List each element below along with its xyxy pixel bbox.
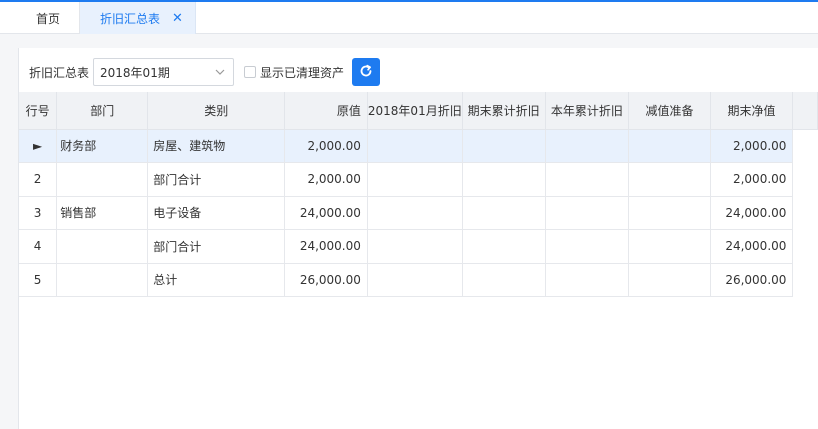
tab-depreciation-summary[interactable]: 折旧汇总表 ✕ [80,2,196,34]
cell-year-accumulated[interactable] [545,229,630,264]
report-name-label: 折旧汇总表 [29,65,90,80]
tab-home-label: 首页 [36,11,61,26]
cell-net-value[interactable]: 2,000.00 [710,162,794,197]
chevron-down-icon [215,67,225,78]
cell-category[interactable]: 总计 [147,263,286,297]
cell-original[interactable]: 2,000.00 [284,129,368,163]
cell-no: 4 [19,229,58,264]
cell-end-accumulated[interactable] [462,129,546,163]
cell-period-depreciation[interactable] [367,229,463,264]
cell-impairment[interactable] [628,129,711,163]
cell-category[interactable]: 电子设备 [147,196,286,230]
show-cleared-assets-toggle[interactable]: 显示已清理资产 [244,64,344,81]
close-icon[interactable]: ✕ [172,11,183,26]
cell-category[interactable]: 部门合计 [147,229,286,264]
cell-net-value[interactable]: 26,000.00 [710,263,794,297]
cell-dept[interactable] [56,162,149,197]
cell-filler [793,163,818,197]
cell-net-value[interactable]: 2,000.00 [710,129,794,163]
cell-period-depreciation[interactable] [367,162,463,197]
cell-impairment[interactable] [628,162,711,197]
header-filler [792,92,818,130]
cell-category[interactable]: 房屋、建筑物 [147,129,286,163]
header-end-accumulated[interactable]: 期末累计折旧 [462,92,546,130]
header-original[interactable]: 原值 [284,92,368,130]
cell-no: 2 [19,162,58,197]
row-pointer-icon: ► [19,129,58,163]
header-period-depreciation[interactable]: 2018年01月折旧 [367,92,463,130]
header-net-value[interactable]: 期末净值 [710,92,794,130]
cell-net-value[interactable]: 24,000.00 [710,229,794,264]
cell-dept[interactable]: 销售部 [56,196,149,230]
cell-year-accumulated[interactable] [545,162,630,197]
cell-net-value[interactable]: 24,000.00 [710,196,794,230]
cell-end-accumulated[interactable] [462,196,546,230]
cell-original[interactable]: 2,000.00 [284,162,368,197]
show-cleared-assets-label: 显示已清理资产 [260,65,345,80]
cell-dept[interactable] [56,263,149,297]
cell-year-accumulated[interactable] [545,196,630,230]
cell-impairment[interactable] [628,196,711,230]
depreciation-summary-table: 行号 部门 类别 原值 2018年01月折旧 期末累计折旧 本年累计折旧 减值准… [19,92,818,297]
cell-original[interactable]: 24,000.00 [284,196,368,230]
cell-end-accumulated[interactable] [462,263,546,297]
cell-year-accumulated[interactable] [545,129,630,163]
table-row[interactable]: ► 财务部 房屋、建筑物 2,000.00 2,000.00 [19,129,818,163]
table-row[interactable]: 4 部门合计 24,000.00 24,000.00 [19,229,818,264]
table-row[interactable]: 3 销售部 电子设备 24,000.00 24,000.00 [19,196,818,230]
period-select[interactable]: 2018年01期 [93,58,235,86]
header-dept[interactable]: 部门 [56,92,149,130]
cell-dept[interactable]: 财务部 [56,129,149,163]
cell-year-accumulated[interactable] [545,263,630,297]
header-category[interactable]: 类别 [147,92,286,130]
cell-end-accumulated[interactable] [462,229,546,264]
show-cleared-assets-checkbox[interactable] [244,66,257,78]
cell-period-depreciation[interactable] [367,129,463,163]
cell-category[interactable]: 部门合计 [147,162,286,197]
cell-no: 5 [19,263,58,297]
cell-filler [793,263,818,297]
cell-filler [793,196,818,230]
cell-period-depreciation[interactable] [367,263,463,297]
cell-original[interactable]: 26,000.00 [284,263,368,297]
header-no[interactable]: 行号 [19,92,58,130]
refresh-button[interactable] [352,58,381,86]
cell-end-accumulated[interactable] [462,162,546,197]
refresh-icon [359,64,373,81]
cell-original[interactable]: 24,000.00 [284,229,368,264]
table-header-row: 行号 部门 类别 原值 2018年01月折旧 期末累计折旧 本年累计折旧 减值准… [19,92,818,130]
cell-impairment[interactable] [628,229,711,264]
cell-impairment[interactable] [628,263,711,297]
header-impairment[interactable]: 减值准备 [628,92,711,130]
report-panel: 折旧汇总表 2018年01期 显示已清理资产 行号 部门 类别 原值 2018年… [18,48,818,429]
period-select-value: 2018年01期 [100,65,170,80]
cell-filler [793,230,818,264]
tab-bar: 首页 折旧汇总表 ✕ [0,0,818,34]
cell-dept[interactable] [56,229,149,264]
toolbar: 折旧汇总表 2018年01期 显示已清理资产 [29,58,381,86]
cell-no: 3 [19,196,58,230]
header-year-accumulated[interactable]: 本年累计折旧 [545,92,630,130]
tab-home[interactable]: 首页 [0,2,80,34]
table-row[interactable]: 5 总计 26,000.00 26,000.00 [19,263,818,297]
tab-depreciation-summary-label: 折旧汇总表 [100,11,161,26]
table-row[interactable]: 2 部门合计 2,000.00 2,000.00 [19,162,818,197]
cell-period-depreciation[interactable] [367,196,463,230]
cell-filler [792,129,818,163]
